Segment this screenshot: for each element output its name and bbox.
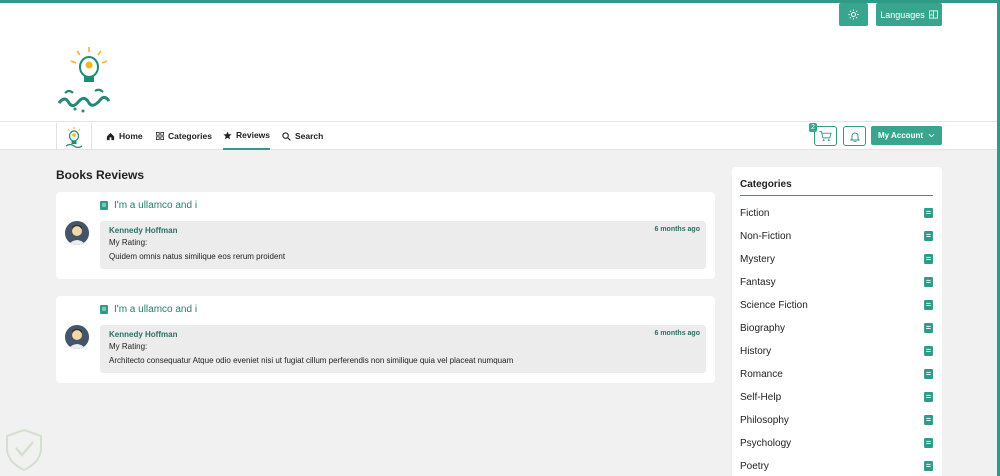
nav-reviews-label: Reviews xyxy=(236,130,271,140)
book-icon xyxy=(924,300,933,310)
star-icon xyxy=(223,130,232,139)
rating-label: My Rating: xyxy=(109,342,148,351)
search-icon xyxy=(282,131,291,141)
review-book-title: I'm a ullamco and i xyxy=(114,200,198,211)
my-account-label: My Account xyxy=(877,131,924,140)
category-label: Self-Help xyxy=(740,391,782,403)
user-avatar-icon xyxy=(65,325,89,349)
review-content: Kennedy Hoffman My Rating: Quidem omnis … xyxy=(100,221,706,269)
category-item[interactable]: Poetry xyxy=(740,458,933,474)
book-icon xyxy=(924,461,933,471)
category-label: Fiction xyxy=(740,207,770,219)
nav-search[interactable]: Search xyxy=(282,122,323,150)
review-book-title: I'm a ullamco and i xyxy=(114,304,198,315)
divider xyxy=(740,195,933,196)
review-text: Quidem omnis natus similique eos rerum p… xyxy=(109,252,286,261)
site-logo[interactable] xyxy=(55,45,119,115)
main-navbar: Home Categories Reviews Search 2 My Acco… xyxy=(0,121,997,150)
category-item[interactable]: Biography xyxy=(740,320,933,336)
page-title: Books Reviews xyxy=(56,168,145,182)
book-icon xyxy=(924,277,933,287)
book-icon xyxy=(924,346,933,356)
book-icon xyxy=(924,369,933,379)
shield-watermark-icon xyxy=(6,428,42,472)
notifications-button[interactable] xyxy=(843,126,866,146)
my-account-button[interactable]: My Account xyxy=(871,126,942,145)
cart-button[interactable]: 2 xyxy=(809,123,837,146)
categories-title: Categories xyxy=(740,179,792,190)
category-item[interactable]: History xyxy=(740,343,933,359)
nav-home[interactable]: Home xyxy=(106,122,143,150)
review-book-link[interactable]: I'm a ullamco and i xyxy=(100,304,197,315)
category-label: Romance xyxy=(740,368,783,380)
avatar xyxy=(65,221,89,245)
category-label: Science Fiction xyxy=(740,299,808,311)
category-label: Poetry xyxy=(740,460,769,472)
category-item[interactable]: Psychology xyxy=(740,435,933,451)
svg-text:A: A xyxy=(930,12,933,17)
grid-icon xyxy=(156,132,164,140)
home-icon xyxy=(106,132,115,140)
nav-categories-label: Categories xyxy=(168,131,212,141)
category-label: History xyxy=(740,345,772,357)
cart-icon xyxy=(819,130,832,142)
category-item[interactable]: Non-Fiction xyxy=(740,228,933,244)
category-item[interactable]: Fiction xyxy=(740,205,933,221)
sun-icon xyxy=(848,9,859,20)
nav-search-label: Search xyxy=(295,131,324,141)
review-card: I'm a ullamco and i Kennedy Hoffman My R… xyxy=(56,296,715,383)
book-icon xyxy=(100,201,108,210)
category-item[interactable]: Philosophy xyxy=(740,412,933,428)
rating-label: My Rating: xyxy=(109,238,148,247)
category-label: Biography xyxy=(740,322,786,334)
book-icon xyxy=(924,231,933,241)
nav-logo[interactable] xyxy=(56,123,92,150)
bell-icon xyxy=(849,132,860,142)
book-icon xyxy=(924,323,933,333)
cart-count-badge: 2 xyxy=(809,123,817,132)
reviewer-name[interactable]: Kennedy Hoffman xyxy=(109,226,697,235)
category-item[interactable]: Science Fiction xyxy=(740,297,933,313)
nav-categories[interactable]: Categories xyxy=(156,122,212,150)
book-icon xyxy=(924,392,933,402)
reviewer-name[interactable]: Kennedy Hoffman xyxy=(109,330,697,339)
avatar xyxy=(65,325,89,349)
review-content: Kennedy Hoffman My Rating: Architecto co… xyxy=(100,325,706,373)
translate-icon: A xyxy=(928,10,938,19)
category-label: Psychology xyxy=(740,437,792,449)
book-icon xyxy=(924,254,933,264)
category-label: Mystery xyxy=(740,253,775,265)
nav-reviews[interactable]: Reviews xyxy=(223,122,271,150)
category-item[interactable]: Mystery xyxy=(740,251,933,267)
nav-home-label: Home xyxy=(119,131,143,141)
logo-icon xyxy=(65,126,83,148)
languages-label: Languages xyxy=(880,9,925,20)
chevron-down-icon xyxy=(928,133,935,138)
categories-panel: Categories Fiction Non-Fiction Mystery Fant… xyxy=(732,167,942,476)
book-icon xyxy=(100,305,108,314)
user-avatar-icon xyxy=(65,221,89,245)
review-text: Architecto consequatur Atque odio evenie… xyxy=(109,356,514,365)
category-label: Non-Fiction xyxy=(740,230,792,242)
review-card: I'm a ullamco and i Kennedy Hoffman My R… xyxy=(56,192,715,279)
review-time: 6 months ago xyxy=(654,226,700,233)
review-book-link[interactable]: I'm a ullamco and i xyxy=(100,200,197,211)
book-icon xyxy=(924,208,933,218)
category-label: Fantasy xyxy=(740,276,776,288)
languages-button[interactable]: Languages A xyxy=(876,3,942,26)
category-label: Philosophy xyxy=(740,414,789,426)
theme-toggle-button[interactable] xyxy=(839,3,868,26)
review-time: 6 months ago xyxy=(654,330,700,337)
book-icon xyxy=(924,415,933,425)
site-header: Languages A xyxy=(0,3,997,121)
book-icon xyxy=(924,438,933,448)
category-item[interactable]: Fantasy xyxy=(740,274,933,290)
category-item[interactable]: Romance xyxy=(740,366,933,382)
category-item[interactable]: Self-Help xyxy=(740,389,933,405)
